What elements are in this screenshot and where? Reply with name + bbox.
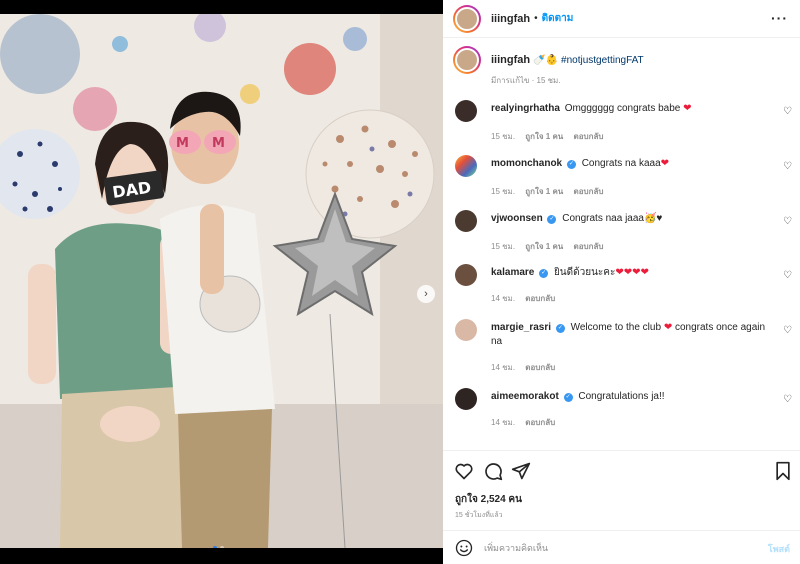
share-icon[interactable]: [511, 461, 531, 481]
comment-body: kalamare ✓ ยินดีด้วยนะคะ❤❤❤❤: [491, 266, 776, 280]
comment-meta: 14 ชม. ตอบกลับ: [491, 361, 563, 374]
comment-body: realyingrhatha Omgggggg congrats babe ❤: [491, 102, 776, 116]
comment-heart-icon[interactable]: ♡: [783, 270, 792, 281]
comment-time: 15 ชม.: [491, 242, 516, 251]
comment-time: 14 ชม.: [491, 418, 516, 427]
commenter-avatar[interactable]: [455, 388, 477, 410]
smiley-icon[interactable]: [455, 539, 473, 557]
comment-time: 15 ชม.: [491, 187, 516, 196]
comment-text: Omgggggg congrats babe: [564, 103, 684, 114]
post-timestamp: 15 ชั่วโมงที่แล้ว: [455, 512, 503, 519]
commenter-username[interactable]: margie_rasri: [491, 322, 551, 333]
comment-heart-icon[interactable]: ♡: [783, 161, 792, 172]
reply-button[interactable]: ตอบกลับ: [574, 242, 604, 251]
verified-badge-icon: ✓: [563, 393, 573, 402]
commenter-username[interactable]: vjwoonsen: [491, 213, 543, 224]
commenter-username[interactable]: kalamare: [491, 267, 534, 278]
likes-count[interactable]: ถูกใจ 2,524 คน: [455, 492, 522, 507]
reply-button[interactable]: ตอบกลับ: [525, 363, 555, 372]
commenter-username[interactable]: momonchanok: [491, 158, 562, 169]
carousel-dot: [220, 546, 224, 548]
add-comment-bar: โพสต์: [443, 530, 800, 564]
commenter-avatar[interactable]: [455, 210, 477, 232]
comment-input[interactable]: [484, 540, 744, 556]
caption-hashtag[interactable]: #notjustgettingFAT: [561, 55, 644, 66]
post-side-panel: iiingfah • ติดตาม ··· iiingfah 🍼👶 #notju…: [443, 0, 800, 564]
caption-meta: มีการแก้ไข · 15 ชม.: [491, 76, 561, 85]
verified-badge-icon: ✓: [555, 324, 565, 333]
comment-time: 15 ชม.: [491, 132, 516, 141]
comment-time: 14 ชม.: [491, 363, 516, 372]
header-separator: •: [534, 13, 538, 24]
avatar-image: [455, 48, 479, 72]
commenter-avatar[interactable]: [455, 319, 477, 341]
heart-emoji: ❤❤❤❤: [615, 267, 649, 278]
comment-body: aimeemorakot ✓ Congratulations ja!!: [491, 390, 776, 404]
photo-illustration: DAD M M: [0, 14, 443, 548]
bookmark-icon[interactable]: [774, 461, 792, 481]
comment-likes-count[interactable]: ถูกใจ 1 คน: [525, 242, 563, 251]
commenter-avatar[interactable]: [455, 155, 477, 177]
heart-emoji: ❤: [663, 322, 673, 333]
reply-button[interactable]: ตอบกลับ: [574, 187, 604, 196]
post-comment-button[interactable]: โพสต์: [768, 542, 790, 556]
reply-button[interactable]: ตอบกลับ: [574, 132, 604, 141]
comment-heart-icon[interactable]: ♡: [783, 216, 792, 227]
comment-meta: 15 ชม. ถูกใจ 1 คน ตอบกลับ: [491, 185, 611, 198]
carousel-next-button[interactable]: ›: [417, 285, 435, 303]
comment-time: 14 ชม.: [491, 294, 516, 303]
verified-badge-icon: ✓: [566, 160, 576, 169]
author-username[interactable]: iiingfah: [491, 13, 530, 25]
comment-text: Welcome to the club: [570, 322, 664, 333]
heart-emoji: ❤: [683, 103, 692, 114]
verified-badge-icon: ✓: [547, 215, 557, 224]
comment-heart-icon[interactable]: ♡: [783, 394, 792, 405]
comment-text: Congrats na kaaa: [581, 158, 661, 169]
avatar-image: [455, 6, 479, 31]
verified-badge-icon: ✓: [539, 269, 549, 278]
comment-likes-count[interactable]: ถูกใจ 1 คน: [525, 187, 563, 196]
comment-text: ยินดีด้วยนะคะ: [553, 267, 616, 278]
comment-meta: 15 ชม. ถูกใจ 1 คน ตอบกลับ: [491, 240, 611, 253]
comment-meta: 15 ชม. ถูกใจ 1 คน ตอบกลับ: [491, 130, 611, 143]
follow-button[interactable]: ติดตาม: [542, 11, 574, 26]
comment-meta: 14 ชม. ตอบกลับ: [491, 416, 563, 429]
comment-text: Congrats naa jaaa🥳♥: [562, 213, 663, 224]
comment-likes-count[interactable]: ถูกใจ 1 คน: [525, 132, 563, 141]
carousel-indicator: [213, 546, 224, 548]
commenter-username[interactable]: realyingrhatha: [491, 103, 560, 114]
commenter-avatar[interactable]: [455, 264, 477, 286]
comment-body: vjwoonsen ✓ Congrats naa jaaa🥳♥: [491, 212, 776, 226]
caption-emojis: 🍼👶: [533, 54, 559, 66]
post-viewer: DAD M M › iiingfah • ติดตาม ··· iiingfah…: [0, 0, 800, 564]
carousel-dot-active: [213, 546, 217, 548]
svg-text:M: M: [212, 136, 225, 151]
caption-avatar[interactable]: [453, 46, 481, 74]
comment-body: momonchanok ✓ Congrats na kaaa❤: [491, 157, 776, 171]
commenter-username[interactable]: aimeemorakot: [491, 391, 559, 402]
caption-username[interactable]: iiingfah: [491, 54, 530, 66]
comment-body: margie_rasri ✓ Welcome to the club ❤ con…: [491, 321, 776, 349]
commenter-avatar[interactable]: [455, 100, 477, 122]
post-header: iiingfah • ติดตาม ···: [443, 0, 800, 38]
post-photo[interactable]: DAD M M ›: [0, 14, 443, 548]
comment-heart-icon[interactable]: ♡: [783, 325, 792, 336]
reply-button[interactable]: ตอบกลับ: [525, 418, 555, 427]
post-actions: ถูกใจ 2,524 คน 15 ชั่วโมงที่แล้ว: [443, 450, 800, 530]
comment-text: Congratulations ja!!: [578, 391, 665, 402]
post-caption: iiingfah 🍼👶 #notjustgettingFAT มีการแก้ไ…: [453, 46, 793, 85]
reply-button[interactable]: ตอบกลับ: [525, 294, 555, 303]
more-horizontal-icon[interactable]: ···: [771, 10, 788, 26]
chevron-right-icon: ›: [424, 287, 428, 300]
author-avatar[interactable]: [453, 4, 481, 33]
comments-list[interactable]: iiingfah 🍼👶 #notjustgettingFAT มีการแก้ไ…: [443, 38, 800, 450]
comment-heart-icon[interactable]: ♡: [783, 106, 792, 117]
comment-meta: 14 ชม. ตอบกลับ: [491, 292, 563, 305]
heart-emoji: ❤: [660, 158, 670, 169]
comment-icon[interactable]: [483, 461, 503, 481]
svg-text:M: M: [176, 136, 189, 151]
heart-icon[interactable]: [454, 461, 474, 481]
